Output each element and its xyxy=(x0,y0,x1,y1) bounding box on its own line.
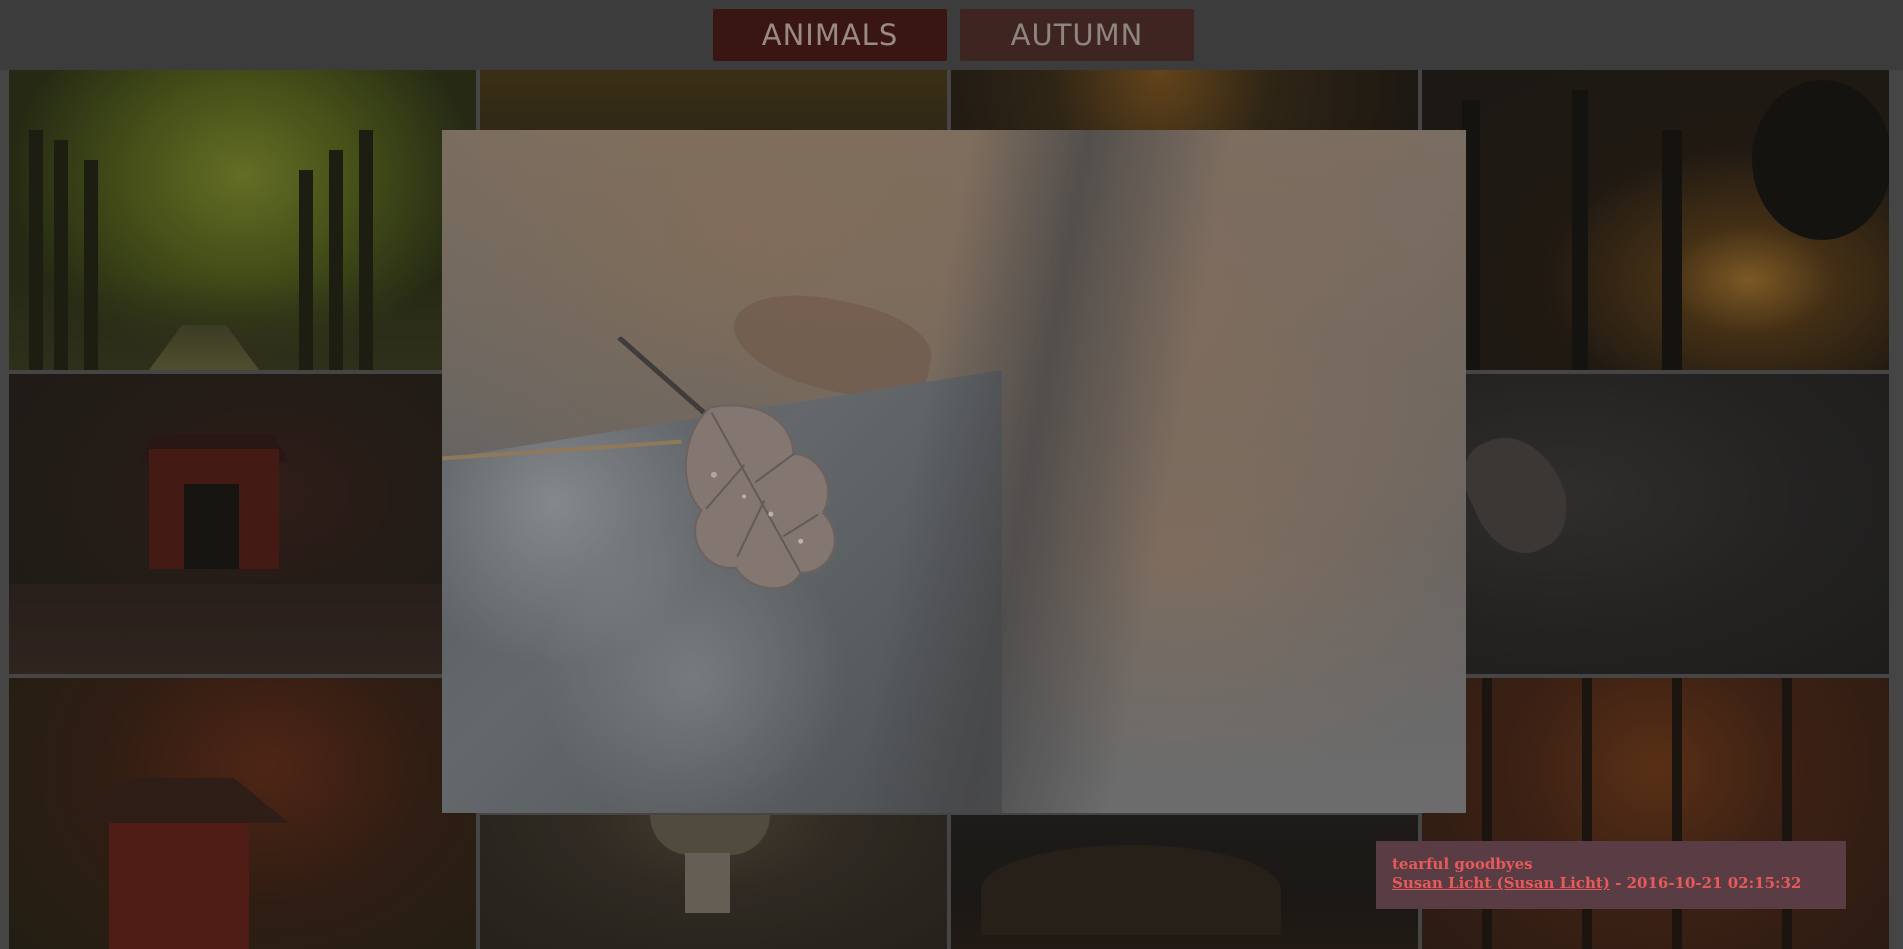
tab-autumn[interactable]: AUTUMN xyxy=(960,9,1194,61)
gallery-tile-field[interactable] xyxy=(951,815,1418,949)
caption-meta: Susan Licht (Susan Licht) - 2016-10-21 0… xyxy=(1392,874,1832,893)
lightbox-image[interactable] xyxy=(442,130,1466,813)
gallery-tile-covered-bridge[interactable] xyxy=(9,374,476,674)
page: ANIMALS AUTUMN tearful goodbyes Susan Li… xyxy=(0,0,1903,949)
gallery-tile-mushroom[interactable] xyxy=(480,815,947,949)
caption-separator: - xyxy=(1609,874,1627,892)
top-nav: ANIMALS AUTUMN xyxy=(0,0,1903,70)
gallery-tile-tree-avenue[interactable] xyxy=(9,70,476,370)
caption-title: tearful goodbyes xyxy=(1392,855,1533,873)
tab-animals[interactable]: ANIMALS xyxy=(713,9,947,61)
caption-date: 2016-10-21 02:15:32 xyxy=(1626,874,1802,892)
author-link[interactable]: Susan Licht (Susan Licht) xyxy=(1392,874,1610,892)
gallery-tile-sun-forest[interactable] xyxy=(1422,70,1889,370)
gallery-tile-pagoda[interactable] xyxy=(9,678,476,949)
lightbox-caption: tearful goodbyes Susan Licht (Susan Lich… xyxy=(1376,841,1846,909)
gallery-tile-wet-leaf[interactable] xyxy=(1422,374,1889,674)
